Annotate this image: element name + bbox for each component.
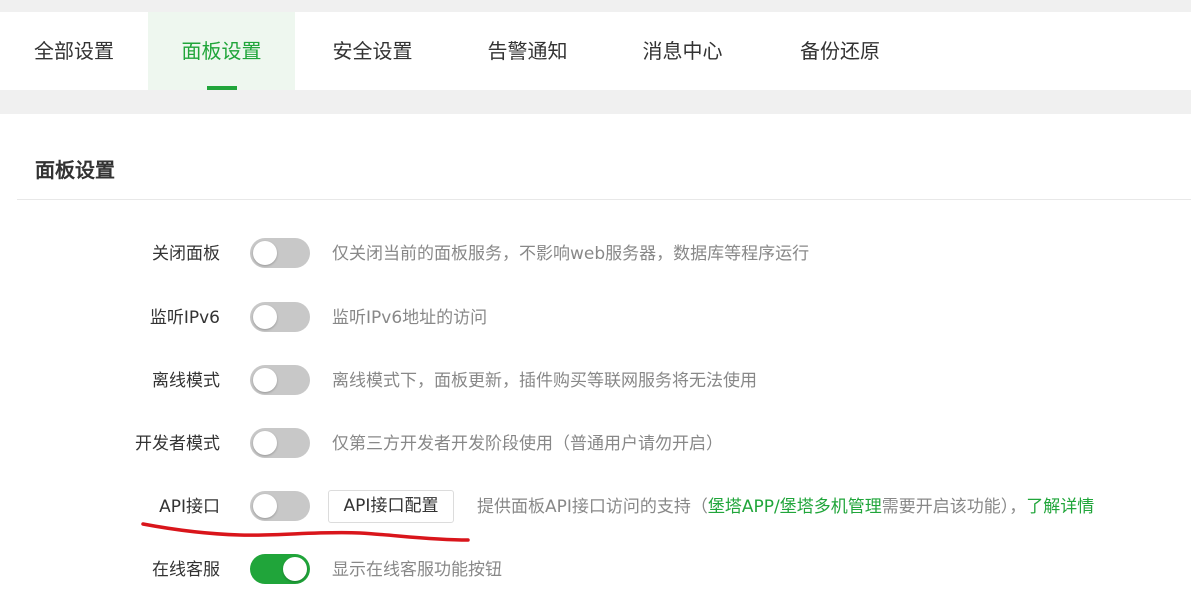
page-title: 面板设置 bbox=[35, 158, 115, 182]
setting-row-offline-mode: 离线模式 离线模式下，面板更新，插件购买等联网服务将无法使用 bbox=[0, 361, 1191, 401]
tab-active-indicator bbox=[206, 86, 237, 90]
setting-row-api: API接口 API接口配置 提供面板API接口访问的支持（堡塔APP/堡塔多机管… bbox=[0, 487, 1191, 527]
setting-description: 监听IPv6地址的访问 bbox=[332, 308, 488, 328]
setting-row-listen-ipv6: 监听IPv6 监听IPv6地址的访问 bbox=[0, 298, 1191, 338]
toggle-knob bbox=[253, 494, 277, 518]
api-description-highlight: 堡塔APP/堡塔多机管理 bbox=[707, 497, 882, 517]
setting-label: 离线模式 bbox=[152, 371, 220, 391]
toggle-knob bbox=[253, 241, 277, 265]
tab-backup-restore[interactable]: 备份还原 bbox=[760, 12, 920, 90]
setting-description: 显示在线客服功能按钮 bbox=[332, 560, 502, 580]
setting-description: 仅关闭当前的面板服务，不影响web服务器，数据库等程序运行 bbox=[332, 244, 810, 264]
setting-row-online-service: 在线客服 显示在线客服功能按钮 bbox=[0, 550, 1191, 590]
tab-label: 全部设置 bbox=[34, 39, 114, 63]
tab-label: 消息中心 bbox=[642, 39, 723, 63]
tab-panel-settings[interactable]: 面板设置 bbox=[148, 12, 295, 90]
title-divider bbox=[17, 199, 1191, 200]
api-config-button[interactable]: API接口配置 bbox=[328, 490, 454, 523]
setting-description: 仅第三方开发者开发阶段使用（普通用户请勿开启） bbox=[332, 434, 723, 454]
tab-label: 面板设置 bbox=[181, 39, 262, 63]
setting-label: 开发者模式 bbox=[135, 434, 220, 454]
online-service-toggle[interactable] bbox=[250, 554, 310, 584]
offline-mode-toggle[interactable] bbox=[250, 365, 310, 395]
tab-message-center[interactable]: 消息中心 bbox=[605, 12, 760, 90]
setting-description: 提供面板API接口访问的支持（堡塔APP/堡塔多机管理需要开启该功能），了解详情 bbox=[477, 487, 1094, 527]
toggle-knob bbox=[253, 305, 277, 329]
close-panel-toggle[interactable] bbox=[250, 238, 310, 268]
tab-label: 告警通知 bbox=[487, 39, 568, 63]
panel-settings-card: 面板设置 关闭面板 仅关闭当前的面板服务，不影响web服务器，数据库等程序运行 … bbox=[0, 114, 1191, 616]
toggle-knob bbox=[253, 431, 277, 455]
listen-ipv6-toggle[interactable] bbox=[250, 302, 310, 332]
setting-label: 在线客服 bbox=[152, 560, 220, 580]
tab-label: 安全设置 bbox=[332, 39, 413, 63]
learn-more-link[interactable]: 了解详情 bbox=[1026, 497, 1094, 517]
setting-row-developer-mode: 开发者模式 仅第三方开发者开发阶段使用（普通用户请勿开启） bbox=[0, 424, 1191, 464]
tab-label: 备份还原 bbox=[800, 39, 880, 63]
tab-security-settings[interactable]: 安全设置 bbox=[295, 12, 450, 90]
setting-description: 离线模式下，面板更新，插件购买等联网服务将无法使用 bbox=[332, 371, 757, 391]
tab-all-settings[interactable]: 全部设置 bbox=[0, 12, 148, 90]
api-toggle[interactable] bbox=[250, 491, 310, 521]
api-description-prefix: 提供面板API接口访问的支持（ bbox=[477, 497, 708, 517]
tab-alert-notification[interactable]: 告警通知 bbox=[450, 12, 605, 90]
toggle-knob bbox=[283, 557, 307, 581]
settings-tab-bar: 全部设置 面板设置 安全设置 告警通知 消息中心 备份还原 bbox=[0, 12, 1191, 90]
api-description-suffix: 需要开启该功能）， bbox=[881, 497, 1027, 517]
setting-label: API接口 bbox=[159, 497, 220, 517]
setting-label: 关闭面板 bbox=[152, 244, 220, 264]
setting-label: 监听IPv6 bbox=[149, 308, 220, 328]
toggle-knob bbox=[253, 368, 277, 392]
setting-row-close-panel: 关闭面板 仅关闭当前的面板服务，不影响web服务器，数据库等程序运行 bbox=[0, 234, 1191, 274]
developer-mode-toggle[interactable] bbox=[250, 428, 310, 458]
